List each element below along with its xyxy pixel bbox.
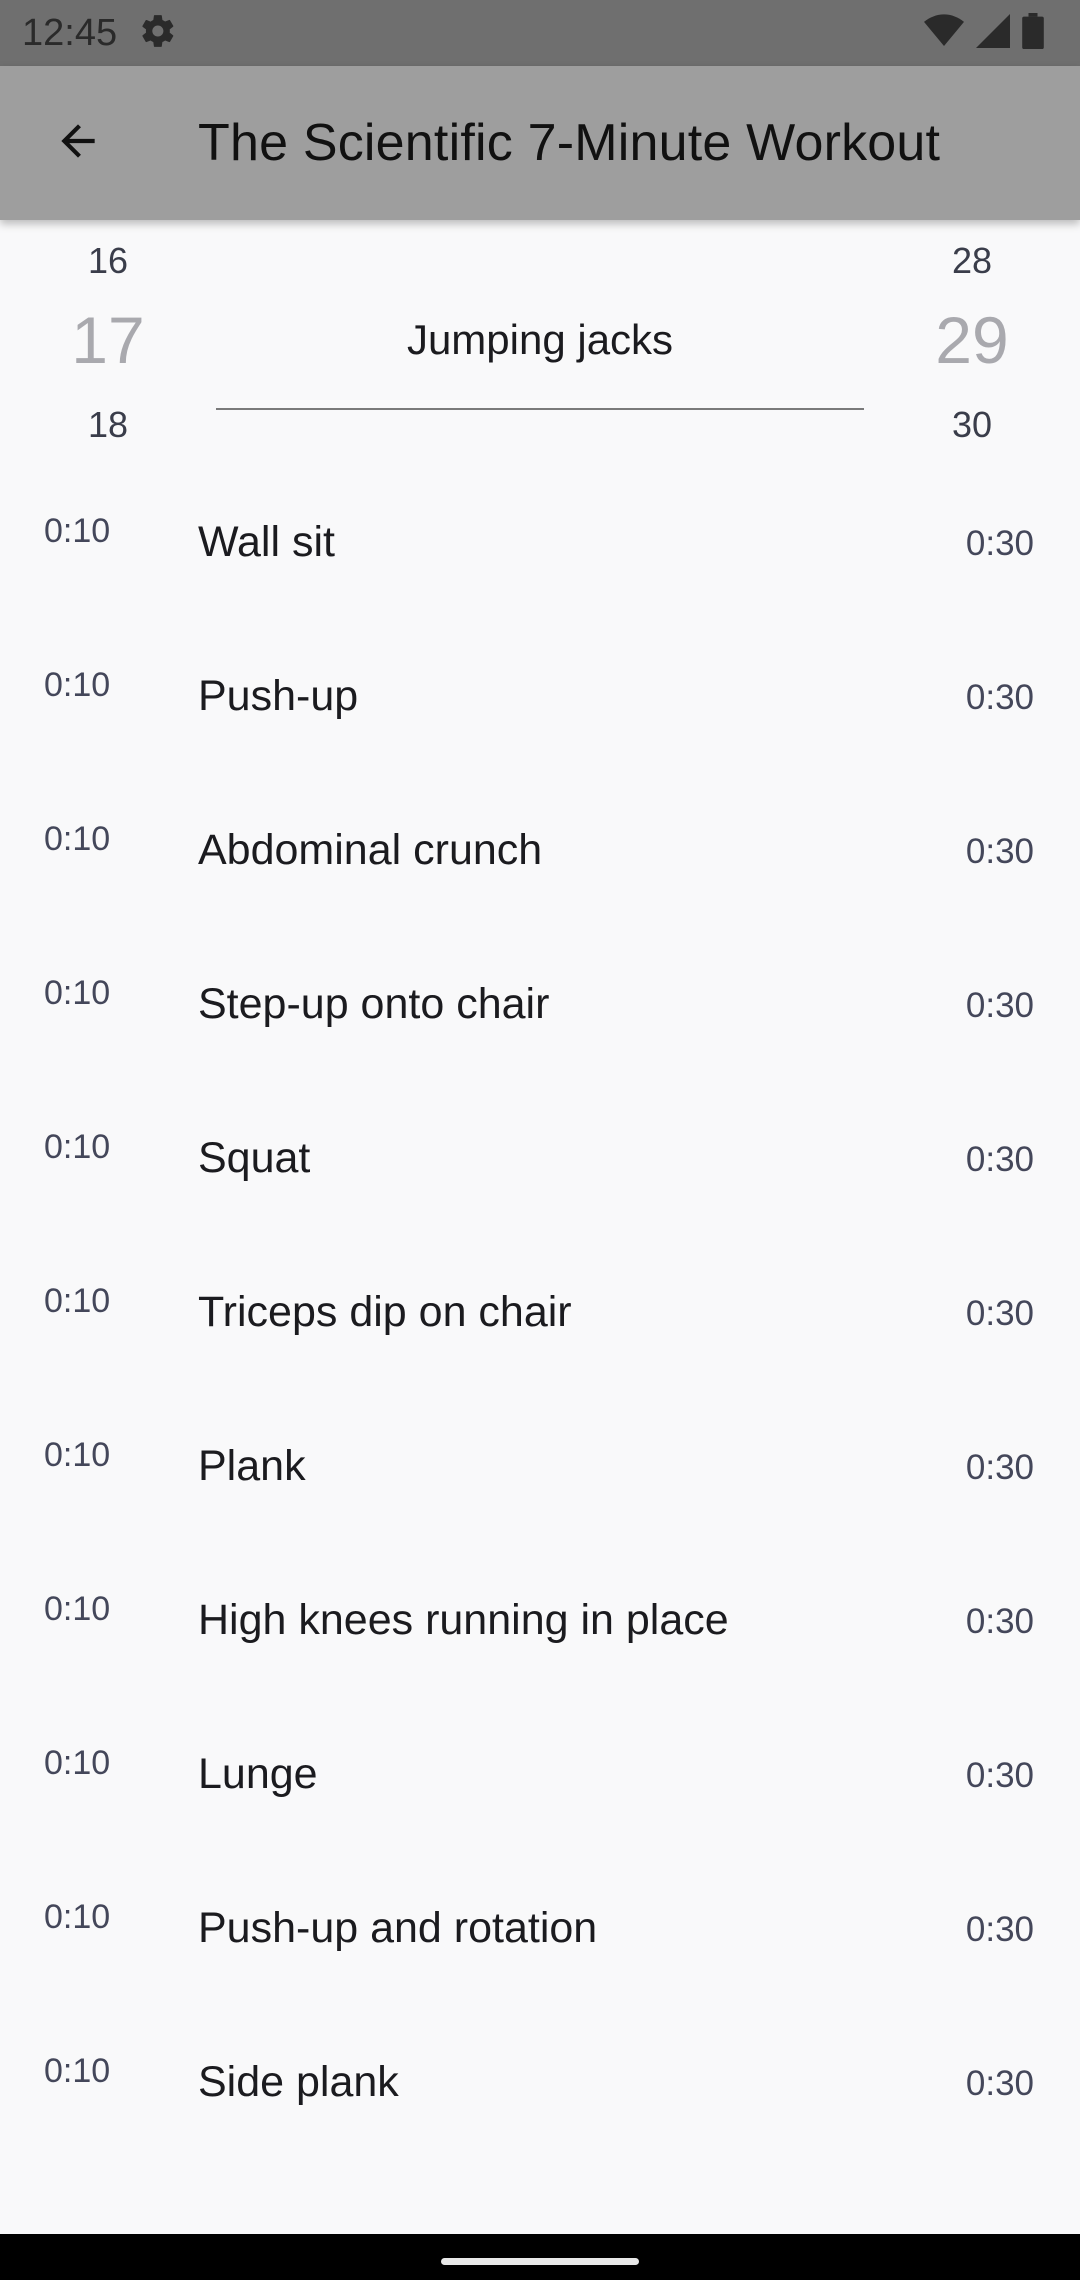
exercise-picker: 16 17 18 Jumping jacks 28 29 30 — [0, 220, 1080, 470]
rest-time: 0:10 — [44, 974, 111, 1012]
exercise-duration: 0:30 — [965, 1756, 1034, 1795]
exercise-duration: 0:30 — [965, 524, 1034, 563]
exercise-name: Push-up and rotation — [198, 1904, 598, 1952]
exercise-duration: 0:30 — [965, 1602, 1034, 1641]
exercise-duration: 0:30 — [965, 1140, 1034, 1179]
rest-time: 0:10 — [44, 666, 111, 704]
exercise-duration: 0:30 — [965, 2064, 1034, 2103]
list-item[interactable]: 0:10 Push-up and rotation 0:30 — [0, 1852, 1080, 2006]
list-item[interactable]: 0:10 Squat 0:30 — [0, 1082, 1080, 1236]
exercise-name: Wall sit — [198, 518, 335, 566]
exercise-duration: 0:30 — [965, 678, 1034, 717]
wifi-icon — [924, 13, 964, 53]
settings-icon — [139, 12, 177, 55]
battery-icon — [1022, 12, 1044, 54]
exercise-duration: 0:30 — [965, 1294, 1034, 1333]
picker-next-value[interactable]: 30 — [892, 404, 1052, 446]
exercise-name: Abdominal crunch — [198, 826, 543, 874]
rest-time: 0:10 — [44, 2052, 111, 2090]
picker-current-value[interactable]: 29 — [892, 302, 1052, 378]
rest-time: 0:10 — [44, 820, 111, 858]
picker-current-value[interactable]: 17 — [28, 302, 188, 378]
exercise-name: Squat — [198, 1134, 311, 1182]
list-item[interactable]: 0:10 High knees running in place 0:30 — [0, 1544, 1080, 1698]
page-title: The Scientific 7-Minute Workout — [198, 114, 941, 172]
picker-prev-value[interactable]: 28 — [892, 240, 1052, 282]
exercise-name: Side plank — [198, 2058, 399, 2106]
list-item[interactable]: 0:10 Side plank 0:30 — [0, 2006, 1080, 2160]
exercise-name: High knees running in place — [198, 1596, 729, 1644]
exercise-duration: 0:30 — [965, 832, 1034, 871]
status-bar: 12:45 — [0, 0, 1080, 66]
rest-time: 0:10 — [44, 1898, 111, 1936]
exercise-name: Push-up — [198, 672, 359, 720]
exercise-name: Triceps dip on chair — [198, 1288, 572, 1336]
exercise-duration: 0:30 — [965, 986, 1034, 1025]
picker-prev-value[interactable]: 16 — [28, 240, 188, 282]
list-item[interactable]: 0:10 Lunge 0:30 — [0, 1698, 1080, 1852]
rest-time: 0:10 — [44, 1744, 111, 1782]
navigation-bar — [0, 2234, 1080, 2280]
exercise-name: Lunge — [198, 1750, 318, 1798]
signal-icon — [976, 13, 1010, 53]
exercise-duration: 0:30 — [965, 1448, 1034, 1487]
rest-time: 0:10 — [44, 512, 111, 550]
list-item[interactable]: 0:10 Wall sit 0:30 — [0, 466, 1080, 620]
list-item[interactable]: 0:10 Push-up 0:30 — [0, 620, 1080, 774]
list-item[interactable]: 0:10 Triceps dip on chair 0:30 — [0, 1236, 1080, 1390]
picker-underline — [216, 408, 864, 410]
rest-time: 0:10 — [44, 1590, 111, 1628]
exercise-name: Plank — [198, 1442, 306, 1490]
exercise-duration: 0:30 — [965, 1910, 1034, 1949]
current-exercise-label[interactable]: Jumping jacks — [216, 316, 864, 364]
list-item[interactable]: 0:10 Plank 0:30 — [0, 1390, 1080, 1544]
arrow-back-icon — [53, 116, 103, 171]
exercise-name: Step-up onto chair — [198, 980, 550, 1028]
app-bar: The Scientific 7-Minute Workout — [0, 66, 1080, 220]
status-time: 12:45 — [22, 11, 118, 54]
status-right — [924, 12, 1058, 54]
list-item[interactable]: 0:10 Step-up onto chair 0:30 — [0, 928, 1080, 1082]
home-gesture-handle[interactable] — [441, 2258, 639, 2265]
back-button[interactable] — [28, 93, 128, 193]
rest-time: 0:10 — [44, 1128, 111, 1166]
exercise-list: 0:10 Wall sit 0:30 0:10 Push-up 0:30 0:1… — [0, 466, 1080, 2160]
list-item[interactable]: 0:10 Abdominal crunch 0:30 — [0, 774, 1080, 928]
status-left: 12:45 — [22, 12, 177, 55]
picker-next-value[interactable]: 18 — [28, 404, 188, 446]
rest-time-picker[interactable]: 16 17 18 — [28, 220, 188, 470]
duration-picker[interactable]: 28 29 30 — [892, 220, 1052, 470]
rest-time: 0:10 — [44, 1436, 111, 1474]
rest-time: 0:10 — [44, 1282, 111, 1320]
